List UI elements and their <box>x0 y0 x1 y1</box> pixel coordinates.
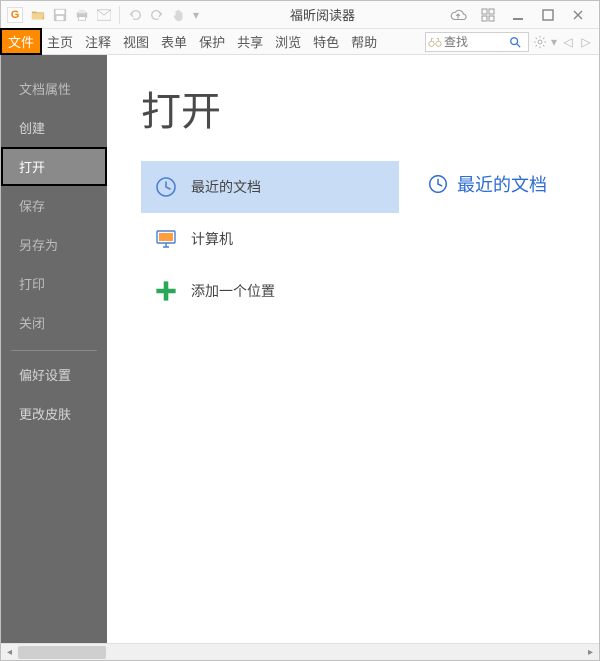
option-computer[interactable]: 计算机 <box>141 213 399 265</box>
search-submit-icon[interactable] <box>506 36 524 48</box>
sidebar-item-create[interactable]: 创建 <box>1 108 107 147</box>
app-logo-icon: G <box>7 7 23 23</box>
nav-prev-icon[interactable]: ◁ <box>559 32 577 52</box>
cloud-upload-icon[interactable] <box>446 5 470 25</box>
dropdown-icon[interactable]: ▾ <box>191 5 201 25</box>
menu-home[interactable]: 主页 <box>41 29 79 54</box>
option-label: 添加一个位置 <box>191 281 275 301</box>
search-box[interactable] <box>425 32 529 52</box>
sidebar-item-save[interactable]: 保存 <box>1 186 107 225</box>
settings-gear-icon[interactable] <box>531 32 549 52</box>
menu-browse[interactable]: 浏览 <box>269 29 307 54</box>
search-input[interactable] <box>444 35 506 49</box>
recent-docs-header: 最近的文档 <box>427 171 547 197</box>
sidebar-item-skin[interactable]: 更改皮肤 <box>1 394 107 433</box>
minimize-icon[interactable] <box>506 5 530 25</box>
body: 文档属性 创建 打开 保存 另存为 打印 关闭 偏好设置 更改皮肤 打开 最近的… <box>1 55 599 643</box>
file-sidebar: 文档属性 创建 打开 保存 另存为 打印 关闭 偏好设置 更改皮肤 <box>1 55 107 643</box>
email-icon[interactable] <box>94 5 114 25</box>
print-icon[interactable] <box>72 5 92 25</box>
menu-special[interactable]: 特色 <box>307 29 345 54</box>
binoculars-icon <box>426 36 444 48</box>
option-label: 最近的文档 <box>191 177 261 197</box>
option-label: 计算机 <box>191 229 233 249</box>
scroll-track[interactable] <box>18 644 582 661</box>
recent-docs-title: 最近的文档 <box>457 171 547 197</box>
sidebar-item-close[interactable]: 关闭 <box>1 303 107 342</box>
menu-form[interactable]: 表单 <box>155 29 193 54</box>
maximize-icon[interactable] <box>536 5 560 25</box>
scroll-thumb[interactable] <box>18 646 106 659</box>
sidebar-item-properties[interactable]: 文档属性 <box>1 69 107 108</box>
menu-protect[interactable]: 保护 <box>193 29 231 54</box>
computer-icon <box>153 226 179 252</box>
window-title: 福昕阅读器 <box>202 5 443 24</box>
title-bar: G ▾ 福昕阅读器 <box>1 1 599 29</box>
scroll-left-icon[interactable]: ◂ <box>1 644 18 661</box>
sidebar-item-open[interactable]: 打开 <box>1 147 107 186</box>
menu-view[interactable]: 视图 <box>117 29 155 54</box>
scroll-right-icon[interactable]: ▸ <box>582 644 599 661</box>
menu-comment[interactable]: 注释 <box>79 29 117 54</box>
menu-file[interactable]: 文件 <box>1 29 41 54</box>
apps-grid-icon[interactable] <box>476 5 500 25</box>
redo-icon[interactable] <box>147 5 167 25</box>
clock-icon <box>427 173 449 195</box>
menu-help[interactable]: 帮助 <box>345 29 383 54</box>
open-folder-icon[interactable] <box>28 5 48 25</box>
sidebar-item-saveas[interactable]: 另存为 <box>1 225 107 264</box>
undo-icon[interactable] <box>125 5 145 25</box>
settings-dropdown-icon[interactable]: ▾ <box>549 32 559 52</box>
plus-icon <box>153 278 179 304</box>
sidebar-item-print[interactable]: 打印 <box>1 264 107 303</box>
option-add-place[interactable]: 添加一个位置 <box>141 265 399 317</box>
close-icon[interactable] <box>566 5 590 25</box>
app-window: G ▾ 福昕阅读器 <box>0 0 600 661</box>
menu-share[interactable]: 共享 <box>231 29 269 54</box>
separator <box>119 6 120 24</box>
option-recent-docs[interactable]: 最近的文档 <box>141 161 399 213</box>
save-icon[interactable] <box>50 5 70 25</box>
clock-icon <box>153 174 179 200</box>
sidebar-item-preferences[interactable]: 偏好设置 <box>1 355 107 394</box>
horizontal-scrollbar[interactable]: ◂ ▸ <box>1 643 599 660</box>
main-panel: 打开 最近的文档 计算机 添加一个 <box>107 55 599 643</box>
page-title: 打开 <box>141 79 401 137</box>
hand-tool-icon[interactable] <box>169 5 189 25</box>
sidebar-separator <box>11 350 97 351</box>
nav-next-icon[interactable]: ▷ <box>577 32 595 52</box>
menu-bar: 文件 主页 注释 视图 表单 保护 共享 浏览 特色 帮助 ▾ ◁ ▷ <box>1 29 599 55</box>
